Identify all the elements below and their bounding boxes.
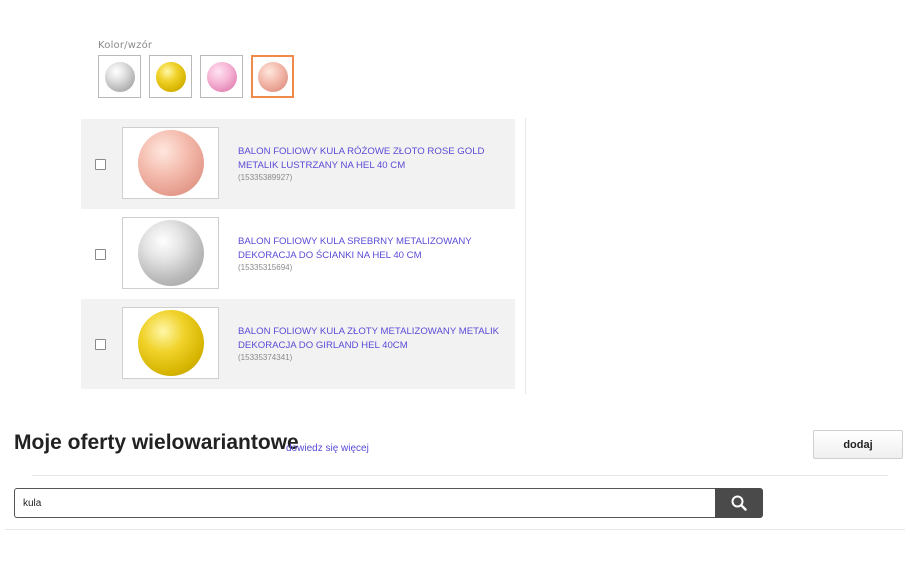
learn-more-link[interactable]: dowiedz się więcej bbox=[286, 443, 369, 454]
product-thumbnail[interactable] bbox=[122, 127, 219, 199]
product-checkbox[interactable] bbox=[95, 159, 106, 170]
product-checkbox[interactable] bbox=[95, 339, 106, 350]
color-selector-label: Kolor/wzór bbox=[98, 40, 153, 51]
divider bbox=[525, 118, 526, 394]
swatch-pink[interactable] bbox=[200, 55, 243, 98]
section-divider bbox=[32, 475, 888, 476]
bottom-divider bbox=[5, 529, 905, 530]
add-button[interactable]: dodaj bbox=[813, 430, 903, 459]
product-id: (15335374341) bbox=[238, 353, 293, 362]
section-title: Moje oferty wielowariantowe bbox=[14, 431, 299, 454]
product-row: BALON FOLIOWY KULA RÓŻOWE ZŁOTO ROSE GOL… bbox=[81, 119, 515, 209]
rose-gold-balloon-swatch-image bbox=[257, 61, 288, 92]
gold-balloon-image bbox=[137, 310, 204, 376]
silver-balloon-image bbox=[137, 220, 204, 286]
search-button[interactable] bbox=[715, 488, 763, 518]
product-row: BALON FOLIOWY KULA ZŁOTY METALIZOWANY ME… bbox=[81, 299, 515, 389]
silver-balloon-swatch-image bbox=[104, 61, 135, 92]
product-id: (15335389927) bbox=[238, 173, 293, 182]
search-input[interactable] bbox=[14, 488, 716, 518]
swatch-rose-gold[interactable] bbox=[251, 55, 294, 98]
product-title-link[interactable]: BALON FOLIOWY KULA ZŁOTY METALIZOWANY ME… bbox=[238, 325, 510, 353]
product-title-link[interactable]: BALON FOLIOWY KULA RÓŻOWE ZŁOTO ROSE GOL… bbox=[238, 145, 510, 173]
product-title-link[interactable]: BALON FOLIOWY KULA SREBRNY METALIZOWANY … bbox=[238, 235, 510, 263]
gold-balloon-swatch-image bbox=[155, 61, 186, 92]
product-thumbnail[interactable] bbox=[122, 217, 219, 289]
swatch-gold[interactable] bbox=[149, 55, 192, 98]
product-row: BALON FOLIOWY KULA SREBRNY METALIZOWANY … bbox=[81, 209, 515, 299]
rose-gold-balloon-image bbox=[137, 130, 204, 196]
product-thumbnail[interactable] bbox=[122, 307, 219, 379]
search-icon bbox=[731, 495, 747, 511]
swatch-silver[interactable] bbox=[98, 55, 141, 98]
product-checkbox[interactable] bbox=[95, 249, 106, 260]
product-id: (15335315694) bbox=[238, 263, 293, 272]
pink-balloon-swatch-image bbox=[206, 61, 237, 92]
